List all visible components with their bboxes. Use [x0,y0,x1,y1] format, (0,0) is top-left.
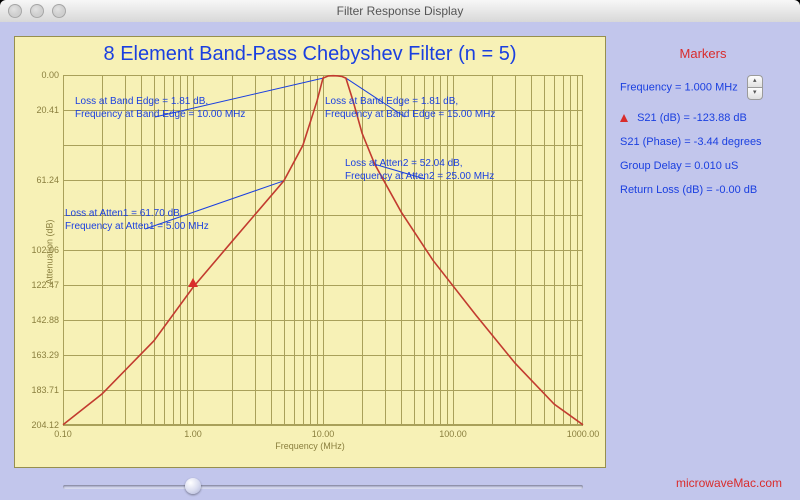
y-tick: 183.71 [19,385,59,395]
stepper-up-icon[interactable]: ▴ [747,75,763,87]
client-area: 8 Element Band-Pass Chebyshev Filter (n … [0,22,800,500]
chart-title: 8 Element Band-Pass Chebyshev Filter (n … [15,43,605,66]
chart-annotation: Loss at Band Edge = 1.81 dB,Frequency at… [325,95,495,121]
y-tick: 20.41 [19,105,59,115]
frequency-slider[interactable] [63,477,583,497]
x-axis-label: Frequency (MHz) [15,441,605,451]
stepper-down-icon[interactable]: ▾ [747,87,763,100]
marker-frequency-row: Frequency = 1.000 MHz ▴ ▾ [620,75,786,100]
chart-annotation: Loss at Band Edge = 1.81 dB,Frequency at… [75,95,245,121]
marker-icon [188,278,198,287]
marker-triangle-icon [620,114,628,122]
markers-heading: Markers [620,46,786,61]
slider-track [63,485,583,489]
marker-return-loss: Return Loss (dB) = -0.00 dB [620,184,786,196]
frequency-stepper[interactable]: ▴ ▾ [747,75,761,100]
marker-frequency-label: Frequency = 1.000 MHz [620,81,738,93]
chart-curve [63,75,583,425]
chart-annotation: Loss at Atten1 = 61.70 dB,Frequency at A… [65,207,209,233]
markers-panel: Markers Frequency = 1.000 MHz ▴ ▾ S21 (d… [620,36,786,208]
y-tick: 204.12 [19,420,59,430]
y-tick: 122.47 [19,280,59,290]
window-title: Filter Response Display [0,0,800,22]
x-tick: 100.00 [439,429,467,439]
x-tick: 10.00 [312,429,335,439]
y-tick: 142.88 [19,315,59,325]
x-tick: 1.00 [184,429,202,439]
y-tick: 102.06 [19,245,59,255]
y-tick: 0.00 [19,70,59,80]
y-tick: 61.24 [19,175,59,185]
marker-s21-phase: S21 (Phase) = -3.44 degrees [620,136,786,148]
x-tick: 0.10 [54,429,72,439]
marker-s21-db-row: S21 (dB) = -123.88 dB [620,112,786,124]
brand-label: microwaveMac.com [676,476,782,490]
app-window: Filter Response Display 8 Element Band-P… [0,0,800,500]
x-tick: 1000.00 [567,429,600,439]
titlebar: Filter Response Display [0,0,800,23]
chart-annotation: Loss at Atten2 = 52.04 dB,Frequency at A… [345,157,494,183]
marker-group-delay: Group Delay = 0.010 uS [620,160,786,172]
chart-panel: 8 Element Band-Pass Chebyshev Filter (n … [14,36,606,468]
y-tick: 163.29 [19,350,59,360]
slider-thumb[interactable] [185,478,201,494]
marker-s21-db: S21 (dB) = -123.88 dB [637,112,747,124]
